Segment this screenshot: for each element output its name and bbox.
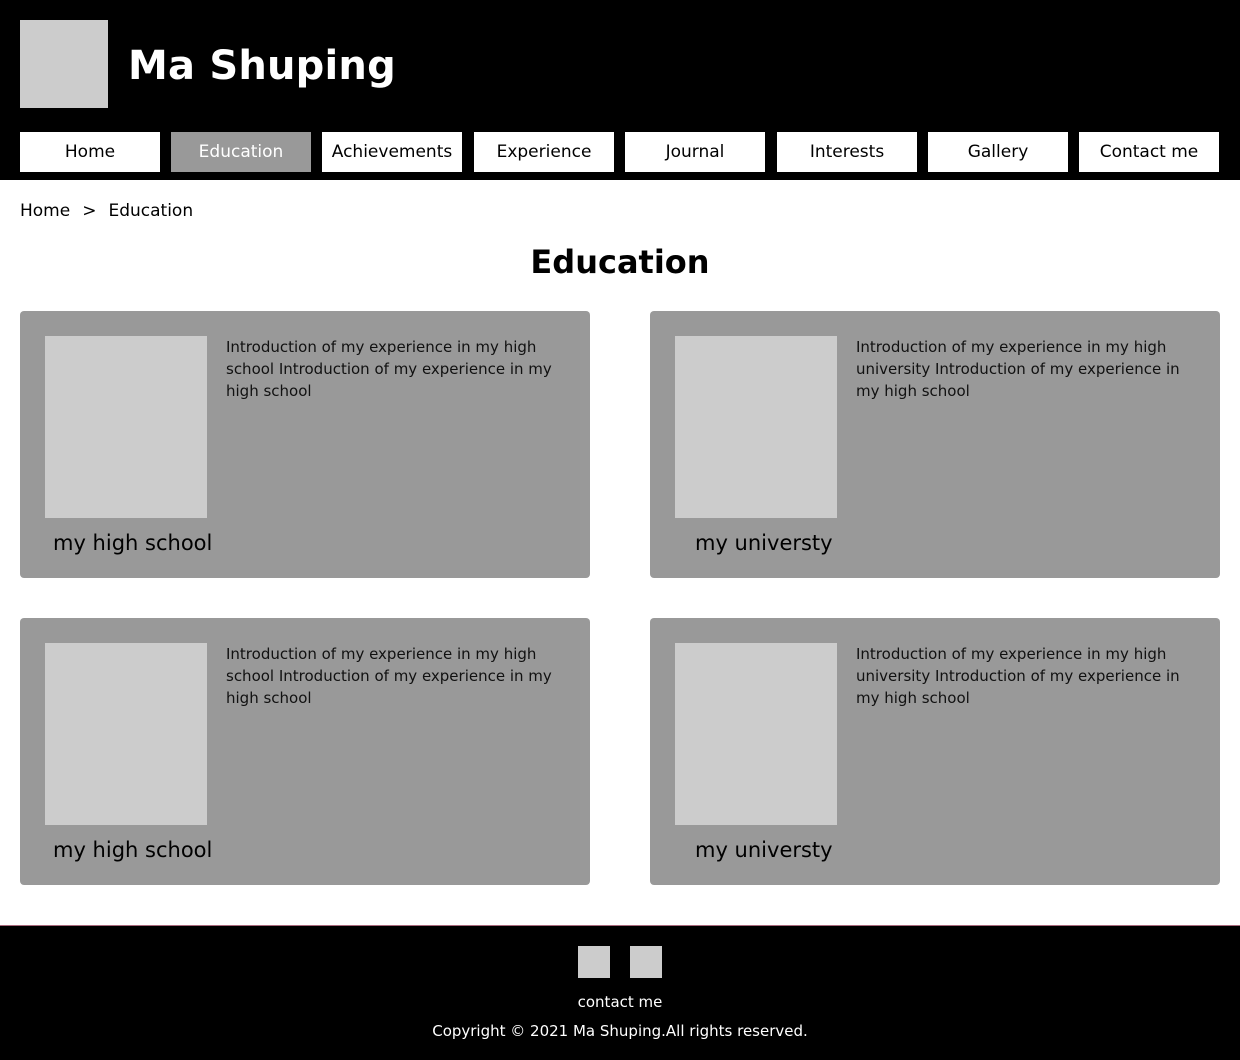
card-caption: my high school (53, 531, 213, 555)
card-description: Introduction of my experience in my high… (856, 338, 1180, 400)
card-caption: my universty (695, 531, 833, 555)
card-description: Introduction of my experience in my high… (226, 338, 552, 400)
logo-image[interactable] (20, 20, 108, 108)
education-card: Introduction of my experience in my high… (650, 618, 1220, 885)
nav-item-interests[interactable]: Interests (777, 132, 917, 172)
breadcrumb-home-link[interactable]: Home (20, 200, 70, 222)
nav-item-journal[interactable]: Journal (625, 132, 765, 172)
breadcrumb: Home > Education (20, 200, 193, 222)
nav-item-contact[interactable]: Contact me (1079, 132, 1219, 172)
nav-item-experience[interactable]: Experience (474, 132, 614, 172)
card-description: Introduction of my experience in my high… (226, 645, 552, 707)
footer-contact: contact me (0, 992, 1240, 1012)
education-card: Introduction of my experience in my high… (650, 311, 1220, 578)
breadcrumb-current: Education (108, 201, 194, 221)
education-card: Introduction of my experience in my high… (20, 311, 590, 578)
card-photo (675, 336, 837, 518)
main-nav: Home Education Achievements Experience J… (20, 132, 1220, 172)
nav-item-education[interactable]: Education (171, 132, 311, 172)
card-photo (675, 643, 837, 825)
social-icon[interactable] (630, 946, 662, 978)
card-photo (45, 336, 207, 518)
site-title: Ma Shuping (128, 43, 396, 89)
page-title: Education (530, 243, 710, 281)
card-caption: my high school (53, 838, 213, 862)
card-description: Introduction of my experience in my high… (856, 645, 1180, 707)
breadcrumb-separator: > (82, 201, 97, 221)
copyright-text: Copyright © 2021 Ma Shuping.All rights r… (432, 1022, 808, 1040)
education-card: Introduction of my experience in my high… (20, 618, 590, 885)
contact-me-link[interactable]: contact me (578, 993, 663, 1011)
nav-item-achievements[interactable]: Achievements (322, 132, 462, 172)
card-caption: my universty (695, 838, 833, 862)
card-photo (45, 643, 207, 825)
site-header: Ma Shuping Home Education Achievements E… (0, 0, 1240, 180)
nav-item-home[interactable]: Home (20, 132, 160, 172)
site-footer: contact me Copyright © 2021 Ma Shuping.A… (0, 925, 1240, 1060)
nav-item-gallery[interactable]: Gallery (928, 132, 1068, 172)
social-icon[interactable] (578, 946, 610, 978)
